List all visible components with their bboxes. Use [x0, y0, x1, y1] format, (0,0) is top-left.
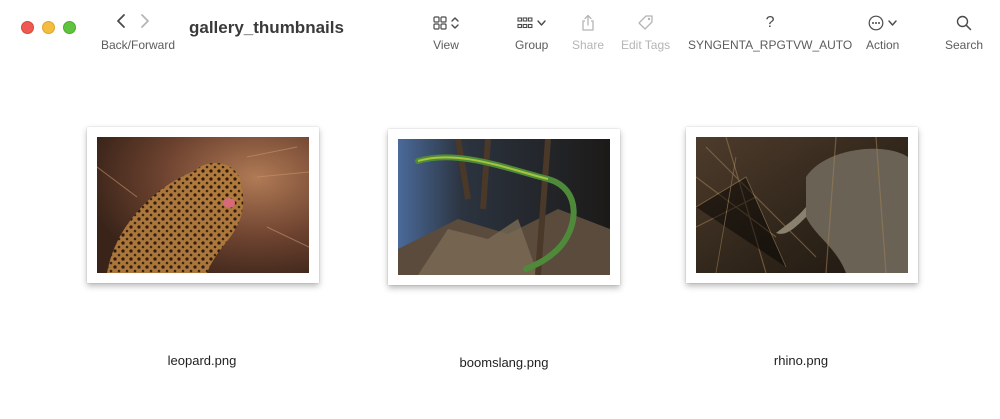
minimize-button[interactable]: [42, 21, 55, 34]
search-button[interactable]: Search: [945, 12, 983, 52]
window-title: gallery_thumbnails: [189, 18, 344, 37]
question-icon: ?: [765, 14, 775, 31]
custom-toolbar-label: SYNGENTA_RPGTVW_AUTO: [688, 38, 853, 52]
window-controls: [21, 21, 76, 34]
edit-tags-label: Edit Tags: [621, 38, 671, 52]
chevron-right-icon: [141, 13, 149, 28]
view-label: View: [433, 38, 459, 52]
action-button[interactable]: Action: [866, 12, 899, 52]
finder-window: Back/Forward gallery_thumbnails View Gro…: [0, 0, 1000, 419]
back-forward-label: Back/Forward: [101, 38, 176, 52]
share-icon: [582, 14, 594, 31]
back-button[interactable]: [116, 13, 126, 34]
search-icon: [956, 15, 972, 31]
grid-view-icon: [433, 16, 447, 30]
leopard-photo-icon: [97, 137, 309, 273]
chevron-down-icon: [537, 20, 546, 26]
search-label: Search: [945, 38, 984, 52]
tag-icon: [637, 15, 653, 30]
file-item-leopard[interactable]: [87, 127, 319, 283]
file-name-boomslang[interactable]: boomslang.png: [404, 355, 604, 370]
up-down-chevron-icon: [451, 17, 459, 29]
group-button[interactable]: Group: [515, 12, 548, 52]
forward-button[interactable]: [140, 13, 150, 34]
chevron-left-icon: [117, 13, 125, 28]
share-button[interactable]: Share: [572, 12, 604, 52]
rhino-photo-icon: [696, 137, 908, 273]
file-item-rhino[interactable]: [686, 127, 918, 283]
file-name-leopard[interactable]: leopard.png: [102, 353, 302, 368]
snake-photo-icon: [398, 139, 610, 275]
view-button[interactable]: View: [433, 12, 459, 52]
ellipsis-circle-icon: [868, 15, 884, 31]
back-forward-group: [116, 12, 150, 34]
custom-toolbar-item[interactable]: ? SYNGENTA_RPGTVW_AUTO: [688, 12, 852, 52]
action-label: Action: [866, 38, 900, 52]
edit-tags-button[interactable]: Edit Tags: [621, 12, 670, 52]
group-grid-icon: [517, 17, 533, 29]
group-label: Group: [515, 38, 549, 52]
share-label: Share: [572, 38, 605, 52]
file-item-boomslang[interactable]: [388, 129, 620, 285]
chevron-down-icon: [888, 20, 897, 26]
file-name-rhino[interactable]: rhino.png: [701, 353, 901, 368]
maximize-button[interactable]: [63, 21, 76, 34]
close-button[interactable]: [21, 21, 34, 34]
